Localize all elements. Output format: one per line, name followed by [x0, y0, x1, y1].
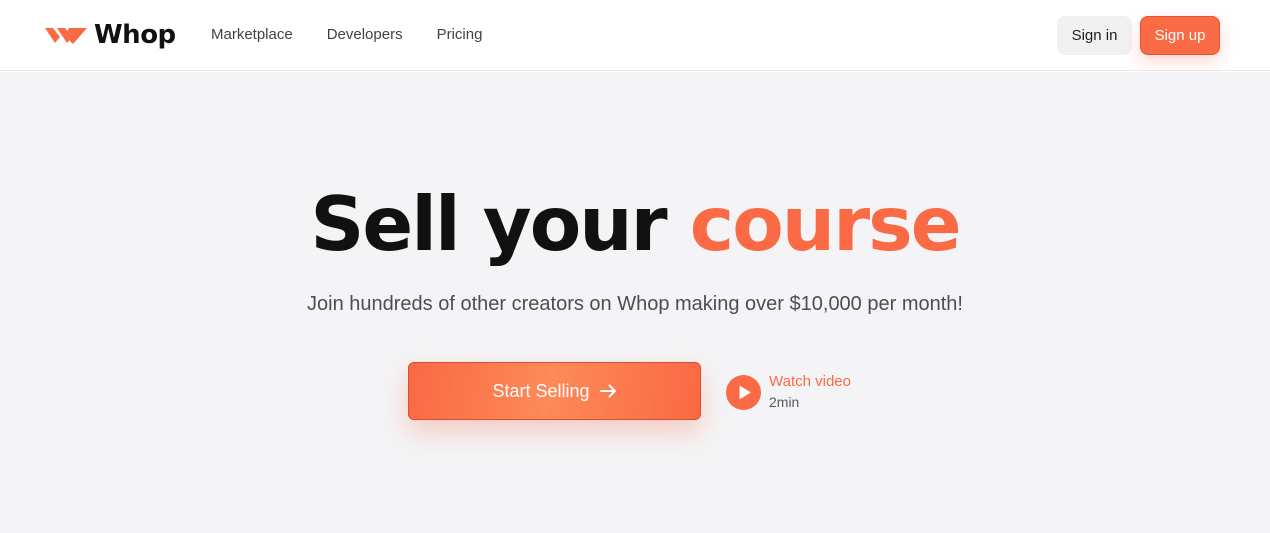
- play-icon: [726, 374, 761, 410]
- headline-accent-text: course: [689, 180, 962, 268]
- watch-video-link[interactable]: Watch video 2min: [726, 372, 851, 412]
- hero-headline: Sell your course: [0, 179, 1270, 269]
- hero-subheadline: Join hundreds of other creators on Whop …: [307, 293, 963, 315]
- site-header: Whop Marketplace Developers Pricing Sign…: [0, 0, 1270, 71]
- nav-pricing-link[interactable]: Pricing: [437, 24, 483, 46]
- sign-in-button[interactable]: Sign in: [1057, 16, 1132, 55]
- arrow-right-icon: [599, 384, 616, 398]
- watch-video-text: Watch video 2min: [769, 372, 851, 412]
- video-duration: 2min: [769, 394, 800, 410]
- nav-developers-link[interactable]: Developers: [327, 24, 403, 46]
- page: Whop Marketplace Developers Pricing Sign…: [0, 0, 1270, 533]
- start-selling-label: Start Selling: [492, 380, 590, 401]
- hero-section: Sell your course Join hundreds of other …: [0, 72, 1270, 533]
- main-nav: Marketplace Developers Pricing: [211, 24, 482, 46]
- start-selling-button[interactable]: Start Selling: [408, 362, 701, 420]
- brand-name: Whop: [94, 20, 176, 50]
- whop-logo-icon: [45, 28, 87, 44]
- sign-up-button[interactable]: Sign up: [1140, 16, 1220, 55]
- nav-marketplace-link[interactable]: Marketplace: [211, 24, 293, 46]
- headline-main-text: Sell your: [310, 180, 667, 268]
- watch-video-label: Watch video: [769, 373, 851, 390]
- brand-logo-link[interactable]: Whop: [43, 18, 176, 52]
